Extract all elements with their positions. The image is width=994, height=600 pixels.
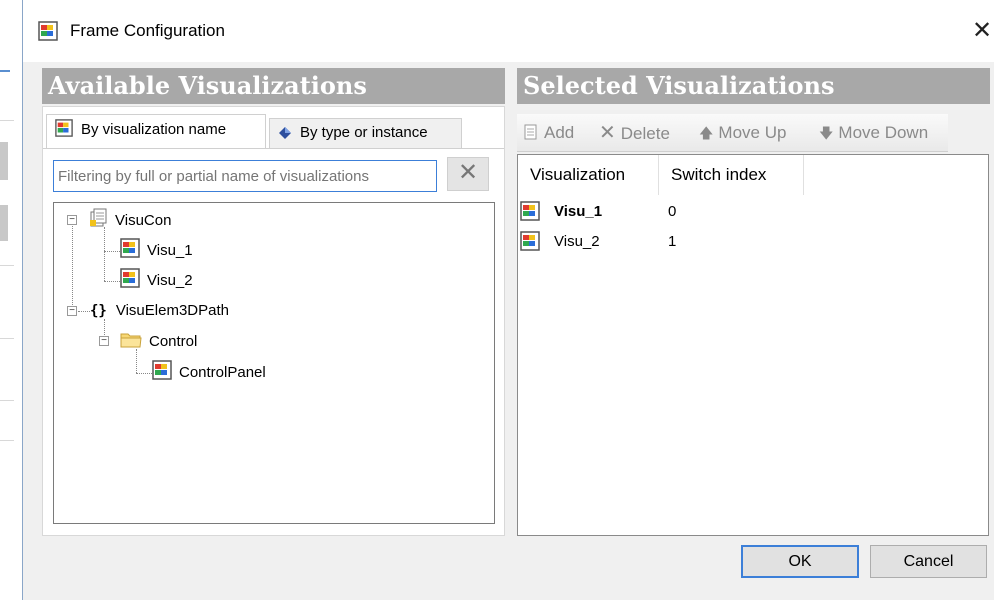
- tab-by-visualization-name[interactable]: By visualization name: [46, 114, 266, 148]
- move-up-button[interactable]: 🡅 Move Up: [699, 114, 786, 152]
- type-instance-icon: [278, 122, 292, 150]
- tab-label: By type or instance: [300, 124, 428, 141]
- frame-configuration-dialog: Frame Configuration ✕ Available Visualiz…: [22, 0, 994, 600]
- folder-icon: [120, 331, 142, 358]
- background-window-edge: [0, 0, 22, 600]
- tree-item-label: VisuCon: [115, 212, 172, 229]
- tree-connector: [104, 281, 120, 282]
- filter-input[interactable]: [53, 160, 437, 192]
- visualization-icon: [55, 118, 73, 148]
- document-icon: [88, 208, 108, 237]
- arrow-up-icon: 🡅: [699, 125, 714, 141]
- cancel-button[interactable]: Cancel: [870, 545, 987, 578]
- move-down-button[interactable]: 🡇 Move Down: [819, 114, 928, 152]
- tab-divider: [43, 148, 504, 149]
- list-row-visu-1[interactable]: Visu_1 0: [518, 197, 988, 227]
- tree-item-label: Control: [149, 333, 198, 350]
- tree-item-control[interactable]: Control: [120, 329, 197, 355]
- add-label: Add: [544, 123, 575, 142]
- ok-button[interactable]: OK: [741, 545, 859, 578]
- visualization-name: Visu_2: [554, 233, 600, 250]
- move-down-label: Move Down: [838, 123, 929, 142]
- switch-index-value: 1: [668, 233, 677, 250]
- tab-label: By visualization name: [81, 121, 227, 138]
- tree-connector: [104, 251, 120, 252]
- visualization-icon: [152, 360, 172, 389]
- column-header-switch-index[interactable]: Switch index: [659, 155, 804, 195]
- selected-toolbar: Add ✕ Delete 🡅 Move Up 🡇 Move Down: [517, 114, 948, 152]
- tree-item-visu-2[interactable]: Visu_2: [120, 268, 193, 294]
- tree-item-visuelem3dpath[interactable]: {} VisuElem3DPath: [90, 298, 229, 324]
- add-icon: [523, 114, 539, 152]
- clear-icon[interactable]: ✕: [447, 157, 489, 191]
- selected-visualizations-header: Selected Visualizations: [517, 68, 990, 104]
- tree-connector: [136, 373, 152, 374]
- tree-item-label: Visu_1: [147, 242, 193, 259]
- list-row-visu-2[interactable]: Visu_2 1: [518, 227, 988, 257]
- tree-item-visu-1[interactable]: Visu_1: [120, 238, 193, 264]
- delete-label: Delete: [620, 124, 670, 143]
- tree-item-label: ControlPanel: [179, 364, 266, 381]
- tree-connector: [72, 221, 73, 307]
- column-header-visualization[interactable]: Visualization: [518, 155, 659, 195]
- expand-toggle[interactable]: −: [67, 215, 77, 225]
- dialog-title: Frame Configuration: [70, 21, 225, 40]
- tab-by-type-or-instance[interactable]: By type or instance: [269, 118, 462, 148]
- visualization-icon: [120, 238, 140, 267]
- delete-icon: ✕: [599, 122, 616, 144]
- add-button[interactable]: Add: [523, 114, 574, 152]
- braces-icon: {}: [90, 303, 107, 319]
- visualization-icon: [38, 21, 58, 45]
- close-icon[interactable]: ✕: [969, 16, 994, 46]
- move-up-label: Move Up: [718, 123, 787, 142]
- expand-toggle[interactable]: −: [67, 306, 77, 316]
- visualization-name: Visu_1: [554, 203, 603, 220]
- expand-toggle[interactable]: −: [99, 336, 109, 346]
- tree-item-controlpanel[interactable]: ControlPanel: [152, 360, 266, 386]
- selected-visualizations-list: Visualization Switch index Visu_1 0 Visu…: [517, 154, 989, 536]
- delete-button[interactable]: ✕ Delete: [599, 114, 670, 152]
- tree-connector: [78, 311, 90, 312]
- tree-item-label: Visu_2: [147, 272, 193, 289]
- available-visualizations-header: Available Visualizations: [42, 68, 505, 104]
- arrow-down-icon: 🡇: [819, 125, 834, 141]
- visualization-icon: [520, 231, 540, 262]
- visualization-tree: − − − VisuCon Visu_1 Visu_2 {} VisuElem3…: [53, 202, 495, 524]
- switch-index-value: 0: [668, 203, 677, 220]
- tree-item-visucon[interactable]: VisuCon: [88, 208, 171, 234]
- title-bar: Frame Configuration ✕: [23, 0, 994, 62]
- visualization-icon: [120, 268, 140, 297]
- tree-item-label: VisuElem3DPath: [115, 302, 229, 319]
